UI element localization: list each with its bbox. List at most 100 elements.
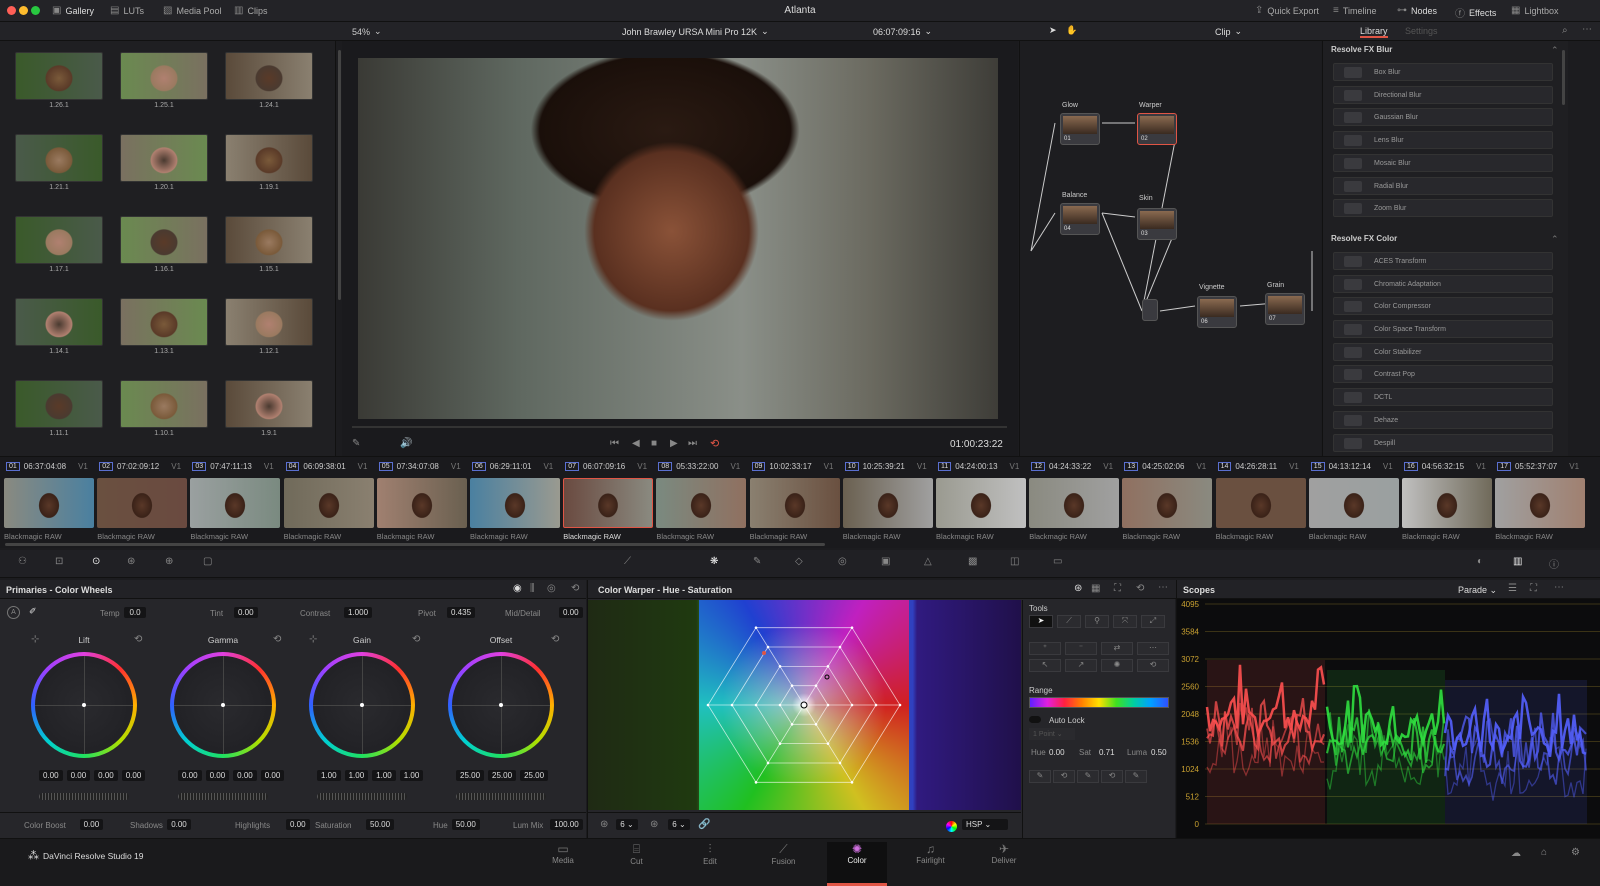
wheel-value[interactable]: 0.00	[178, 770, 202, 781]
hdr-icon[interactable]: ⊛	[127, 556, 135, 567]
minimize-button[interactable]	[19, 6, 28, 15]
clip-thumbnail[interactable]	[936, 478, 1026, 528]
scope-mode-dropdown[interactable]: Parade ⌄	[1458, 585, 1497, 596]
wheel-handle[interactable]	[221, 703, 225, 707]
warper-canvas[interactable]	[588, 600, 1021, 810]
gallery-scrollbar[interactable]	[338, 50, 341, 300]
color-space-dropdown[interactable]: HSP ⌄	[962, 819, 1008, 830]
gallery-still[interactable]	[225, 216, 313, 264]
auto-lock-toggle[interactable]	[1029, 716, 1041, 723]
param-temp-field[interactable]: 0.0	[124, 607, 146, 618]
wheel-value[interactable]: 0.00	[94, 770, 118, 781]
grid-icon[interactable]: ▦	[1091, 583, 1100, 594]
wheel-value[interactable]: 0.00	[66, 770, 91, 781]
hand-icon[interactable]: ✋	[1066, 25, 1077, 36]
gallery-still[interactable]	[225, 52, 313, 100]
library-section-header[interactable]: Resolve FX Color	[1331, 234, 1397, 243]
node-mode-dropdown[interactable]: Clip ⌄	[1215, 26, 1242, 37]
param-mid-detail-field[interactable]: 0.00	[559, 607, 583, 618]
curves-icon[interactable]: ⟋	[624, 556, 631, 567]
topbar-quick-export-button[interactable]: ⇪ Quick Export	[1255, 5, 1319, 16]
gallery-still[interactable]	[120, 216, 208, 264]
wheel-reset-icon[interactable]: ⟲	[134, 634, 142, 645]
warper-mode-icon[interactable]: ⊛	[1074, 583, 1082, 594]
param-contrast-field[interactable]: 1.000	[344, 607, 373, 618]
more-icon[interactable]: ⋯	[1582, 24, 1592, 35]
histogram-icon[interactable]: ▥	[1513, 556, 1522, 567]
scope-more-icon[interactable]: ⋯	[1554, 582, 1564, 593]
collapse-icon[interactable]: ⌃	[1551, 45, 1559, 56]
wheel-reset-icon[interactable]: ⟲	[551, 634, 559, 645]
primaries-icon[interactable]: ⊙	[92, 556, 100, 567]
wheel-value[interactable]: 0.00	[121, 770, 146, 781]
reset-icon[interactable]: ⟲	[1137, 659, 1169, 672]
loop-icon[interactable]: ⟲	[710, 437, 719, 450]
scope-expand-icon[interactable]: ⛶	[1530, 583, 1537, 594]
wheel-value[interactable]: 0.00	[205, 770, 230, 781]
log-mode-icon[interactable]: ◎	[547, 583, 556, 594]
effect-item[interactable]: Mosaic Blur	[1333, 153, 1553, 172]
clip-thumbnail[interactable]	[1495, 478, 1586, 528]
page-tab-color[interactable]: ✺ Color	[827, 842, 887, 886]
info-icon[interactable]: ⓘ	[1549, 556, 1559, 571]
gallery-icon[interactable]: ◐	[1477, 556, 1483, 567]
timecode-dropdown[interactable]: 06:07:09:16 ⌄	[873, 26, 932, 37]
topbar-nodes-button[interactable]: ⊶ Nodes	[1397, 5, 1437, 16]
gallery-still[interactable]	[15, 380, 103, 428]
topbar-media-pool-button[interactable]: ▧ Media Pool	[163, 5, 221, 16]
pin-tool-icon[interactable]: ⟋	[1057, 615, 1081, 628]
clip-strip-scrollbar[interactable]	[5, 543, 825, 546]
gallery-still[interactable]	[120, 380, 208, 428]
effect-item[interactable]: ACES Transform	[1333, 251, 1553, 270]
step-back-icon[interactable]: ◀	[632, 438, 640, 449]
gallery-still[interactable]	[15, 298, 103, 346]
clip-thumbnail[interactable]	[1402, 478, 1492, 528]
key-icon[interactable]: ▩	[968, 556, 977, 567]
range-bar[interactable]	[1029, 697, 1169, 708]
page-tab-media[interactable]: ▭ Media	[533, 842, 593, 865]
node-glow[interactable]: 01	[1060, 113, 1100, 145]
gain-master-wheel[interactable]	[317, 793, 407, 800]
sizing-icon[interactable]: ◫	[1010, 556, 1019, 567]
expand-tool-icon[interactable]: ⤢	[1141, 615, 1165, 628]
gamma-master-wheel[interactable]	[178, 793, 268, 800]
clip-thumbnail[interactable]	[749, 478, 840, 528]
page-tab-fairlight[interactable]: ♫ Fairlight	[901, 842, 961, 865]
raw-icon[interactable]: ⊡	[55, 556, 63, 567]
effect-item[interactable]: Chromatic Adaptation	[1333, 274, 1553, 293]
wheel-value[interactable]: 25.00	[520, 770, 549, 781]
page-tab-deliver[interactable]: ✈ Deliver	[974, 842, 1034, 865]
effect-item[interactable]: Color Compressor	[1333, 297, 1553, 316]
effect-item[interactable]: Color Space Transform	[1333, 320, 1553, 338]
clip-thumbnail[interactable]	[842, 478, 933, 528]
luma-value[interactable]: 0.50	[1151, 748, 1167, 757]
collapse-icon[interactable]: ⌃	[1551, 234, 1559, 245]
pointer-icon[interactable]: ➤	[1049, 25, 1057, 36]
hue-value[interactable]: 0.00	[1049, 748, 1065, 757]
qualifier-icon[interactable]: ✎	[753, 556, 761, 567]
clip-thumbnail[interactable]	[1215, 478, 1306, 528]
clip-thumbnail[interactable]	[470, 478, 560, 528]
wheel-value[interactable]: 1.00	[372, 770, 396, 781]
wheel-value[interactable]: 25.00	[456, 770, 485, 781]
gallery-still[interactable]	[120, 52, 208, 100]
reset-icon[interactable]: ⟲	[571, 583, 579, 594]
gamma-wheel[interactable]	[170, 652, 276, 758]
topbar-gallery-button[interactable]: ▣ Gallery	[52, 5, 94, 16]
expand-icon[interactable]: ⛶	[1114, 583, 1121, 594]
luma-reset-icon[interactable]: ✎	[1125, 770, 1147, 783]
effect-item[interactable]: Zoom Blur	[1333, 199, 1553, 218]
wheel-value[interactable]: 1.00	[344, 770, 369, 781]
scope-settings-icon[interactable]: ☰	[1508, 583, 1517, 594]
skip-start-icon[interactable]: ⏮	[610, 438, 619, 449]
warper-more-icon[interactable]: ⋯	[1158, 582, 1168, 593]
blur-icon[interactable]: △	[924, 556, 932, 567]
lift-wheel[interactable]	[31, 652, 137, 758]
footer-param-field[interactable]: 0.00	[79, 819, 104, 830]
clip-thumbnail[interactable]	[283, 478, 374, 528]
settings-icon[interactable]: ⚙	[1571, 847, 1580, 858]
wheels-mode-icon[interactable]: ◉	[513, 583, 522, 594]
motion-effects-icon[interactable]: ▢	[203, 556, 212, 567]
select-tool-icon[interactable]: ➤	[1029, 615, 1053, 628]
cloud-icon[interactable]: ☁	[1511, 848, 1521, 859]
